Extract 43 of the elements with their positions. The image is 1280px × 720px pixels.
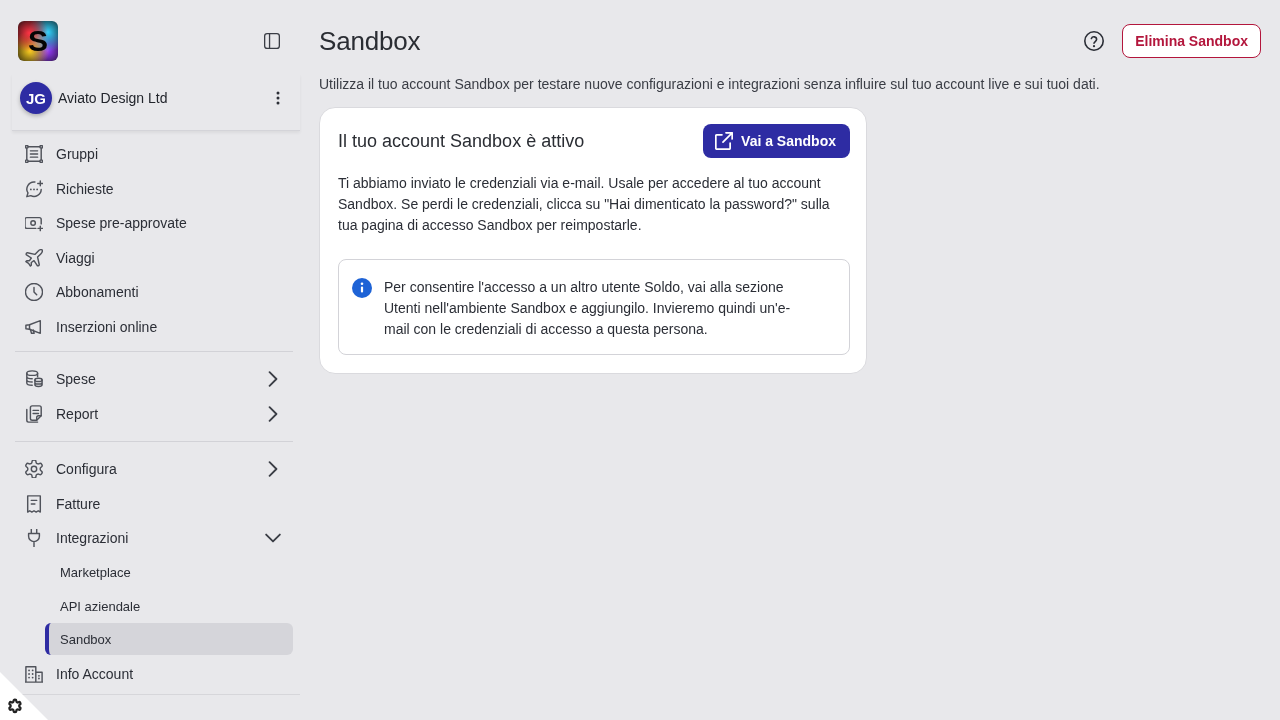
plane-icon: [25, 248, 43, 267]
sidebar-item[interactable]: Configura: [15, 452, 293, 487]
sidebar-item[interactable]: Gruppi: [15, 137, 293, 172]
external-link-icon: [715, 132, 734, 150]
sidebar-subitem[interactable]: Sandbox: [45, 623, 293, 656]
receipt-icon: [25, 494, 43, 513]
sidebar-item[interactable]: Inserzioni online: [15, 309, 293, 344]
info-icon: [352, 277, 372, 298]
sidebar-item[interactable]: Viaggi: [15, 240, 293, 275]
page-description: Utilizza il tuo account Sandbox per testare nuove configurazioni e integrazioni senza influire sul tuo account live e sui tuoi dati.: [319, 75, 1101, 93]
sidebar-item[interactable]: Spese: [15, 362, 293, 397]
more-icon[interactable]: [276, 91, 280, 105]
sidebar-item[interactable]: Integrazioni: [15, 521, 293, 556]
sidebar-item[interactable]: Report: [15, 396, 293, 431]
go-to-sandbox-button[interactable]: Vai a Sandbox: [703, 124, 850, 158]
page-title: Sandbox: [319, 25, 422, 57]
info-text: Per consentire l'accesso a un altro utente Soldo, vai alla sezione Utenti nell'ambiente Sandbox e aggiungilo. Invieremo quindi un'e-mail con le credenziali di accesso a questa persona.: [384, 278, 792, 339]
avatar: JG: [20, 82, 52, 114]
document-icon: [25, 404, 43, 423]
account-name: Aviato Design Ltd: [58, 90, 169, 106]
megaphone-icon: [25, 317, 43, 336]
building-icon: [25, 664, 43, 683]
card-title: Il tuo account Sandbox è attivo: [338, 130, 585, 152]
help-icon[interactable]: [1084, 31, 1105, 51]
clock-icon: [25, 283, 43, 302]
sidebar-subitem[interactable]: Marketplace: [45, 556, 293, 589]
coins-icon: [25, 370, 43, 389]
sidebar-item[interactable]: Richieste: [15, 171, 293, 206]
panel-icon[interactable]: [264, 33, 280, 49]
sidebar-item[interactable]: Spese pre-approvate: [15, 206, 293, 241]
delete-sandbox-button[interactable]: Elimina Sandbox: [1122, 24, 1261, 58]
plug-icon: [25, 529, 43, 548]
sidebar-item[interactable]: Abbonamenti: [15, 275, 293, 310]
banknote-plus-icon: [25, 214, 43, 233]
frame-lines-icon: [25, 145, 43, 164]
chat-plus-icon: [25, 179, 43, 198]
sidebar-item[interactable]: Fatture: [15, 486, 293, 521]
gear-icon: [25, 460, 43, 479]
sidebar-item[interactable]: Info Account: [15, 656, 293, 691]
settings-icon[interactable]: [0, 672, 48, 720]
card-text: Ti abbiamo inviato le credenziali via e-mail. Usale per accedere al tuo account Sandbox. Se perdi le credenziali, clicca su "Hai dimenticato la password?" sulla tua pagina di accesso Sandbox per reimpostarle.: [338, 174, 831, 235]
logo: S: [18, 21, 58, 61]
sidebar-subitem[interactable]: API aziendale: [45, 590, 293, 622]
